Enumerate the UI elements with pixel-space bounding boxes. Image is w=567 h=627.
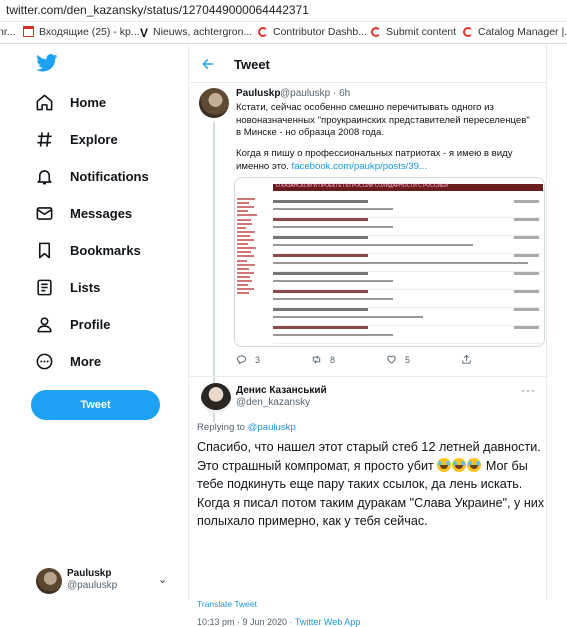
tweet-text: Спасибо, что нашел этот старый стеб 12 л… <box>197 440 545 529</box>
person-icon <box>37 316 52 332</box>
avatar[interactable] <box>199 88 229 118</box>
retweet-button[interactable]: 8 <box>311 354 335 365</box>
nav-profile[interactable]: Profile <box>30 309 110 339</box>
tears-of-joy-emoji-icon <box>437 457 452 472</box>
avatar <box>36 568 62 594</box>
retweet-icon <box>312 355 321 364</box>
embed-sidebar-links <box>237 196 267 296</box>
list-icon <box>37 279 52 295</box>
replying-to-link[interactable]: @pauluskp <box>248 422 296 433</box>
reply-icon <box>236 355 247 365</box>
nav-bookmarks[interactable]: Bookmarks <box>30 235 141 265</box>
home-icon <box>36 94 53 110</box>
envelope-icon <box>36 206 53 220</box>
bookmarks-bar: nr... Входящие (25) - kp... VNieuws, ach… <box>0 22 567 44</box>
source-link[interactable]: Twitter Web App <box>295 617 360 627</box>
address-bar[interactable]: twitter.com/den_kazansky/status/12704490… <box>0 0 567 22</box>
account-name: Pauluskp <box>67 568 112 579</box>
tweet-text-2: Когда я пишу о профессиональных патриота… <box>236 148 513 172</box>
focused-tweet: Денис Казанський @den_kazansky ··· Reply… <box>189 376 548 627</box>
main-column: Tweet Pauluskp @pauluskp · 6h Кстати, се… <box>188 45 548 627</box>
author-handle[interactable]: @den_kazansky <box>236 397 310 408</box>
bookmark-catalog[interactable]: Catalog Manager |... <box>463 26 567 38</box>
chevron-down-icon: ⌄ <box>158 574 168 586</box>
nav-explore[interactable]: Explore <box>30 124 118 154</box>
tweet-button[interactable]: Tweet <box>31 390 160 420</box>
bookmark-submit[interactable]: Submit content <box>371 26 456 38</box>
translate-tweet-link[interactable]: Translate Tweet <box>197 599 257 609</box>
tweet-text: Кстати, сейчас особенно смешно перечитыв… <box>236 102 530 138</box>
shutterstock-icon <box>258 27 268 37</box>
hashtag-icon <box>37 131 52 147</box>
shutterstock-icon <box>463 27 473 37</box>
share-icon <box>462 354 471 364</box>
nav-messages[interactable]: Messages <box>30 198 132 228</box>
facebook-link[interactable]: facebook.com/paukp/posts/39... <box>292 161 427 172</box>
bell-icon <box>37 169 52 184</box>
parent-tweet[interactable]: Pauluskp @pauluskp · 6h Кстати, сейчас о… <box>189 84 548 422</box>
more-options-icon[interactable]: ··· <box>521 383 536 397</box>
avatar[interactable] <box>201 383 231 413</box>
share-button[interactable] <box>461 354 480 365</box>
tears-of-joy-emoji-icon <box>467 457 482 472</box>
tears-of-joy-emoji-icon <box>452 457 467 472</box>
bookmark-nieuws[interactable]: V Nieuws, achtergron... <box>140 26 252 40</box>
heart-icon <box>387 355 396 364</box>
like-button[interactable]: 5 <box>386 354 410 365</box>
embed-banner: О КАЗАНСКОМ И ПРОЕКТЕ ПО РОССИИ СОЛИДАРН… <box>273 183 543 191</box>
twitter-logo-icon[interactable] <box>36 54 58 72</box>
bookmark-partial[interactable]: nr... <box>0 26 16 38</box>
nav-home[interactable]: Home <box>30 87 106 117</box>
bookmark-gmail[interactable]: Входящие (25) - kp... <box>23 26 140 38</box>
account-handle: @pauluskp <box>67 580 118 591</box>
sidebar: Home Explore Notifications Messages Book… <box>0 45 190 600</box>
author-name[interactable]: Денис Казанський <box>236 385 327 396</box>
replying-to: Replying to @pauluskp <box>197 422 296 433</box>
gmail-icon <box>23 26 34 37</box>
nav-notifications[interactable]: Notifications <box>30 161 149 191</box>
url-text[interactable]: twitter.com/den_kazansky/status/12704490… <box>6 3 309 17</box>
embedded-screenshot[interactable]: О КАЗАНСКОМ И ПРОЕКТЕ ПО РОССИИ СОЛИДАРН… <box>234 177 545 347</box>
author-handle-time[interactable]: @pauluskp · 6h <box>280 88 350 99</box>
more-circle-icon <box>36 353 53 369</box>
nav-more[interactable]: More <box>30 346 101 376</box>
page-header: Tweet <box>189 45 548 83</box>
tweet-timestamp: 10:13 pm · 9 Jun 2020 · Twitter Web App <box>197 617 361 627</box>
shutterstock-icon <box>371 27 381 37</box>
author-name[interactable]: Pauluskp <box>236 88 280 99</box>
page-title: Tweet <box>234 57 270 72</box>
tweet-actions: 3 8 5 <box>236 354 536 370</box>
account-switcher[interactable]: Pauluskp @pauluskp ⌄ <box>36 567 176 595</box>
v-icon: V <box>140 26 149 40</box>
reply-button[interactable]: 3 <box>236 354 260 365</box>
nav-lists[interactable]: Lists <box>30 272 100 302</box>
bookmark-contributor[interactable]: Contributor Dashb... <box>258 26 367 38</box>
bookmark-icon <box>38 242 51 258</box>
back-arrow-icon[interactable] <box>201 57 215 71</box>
